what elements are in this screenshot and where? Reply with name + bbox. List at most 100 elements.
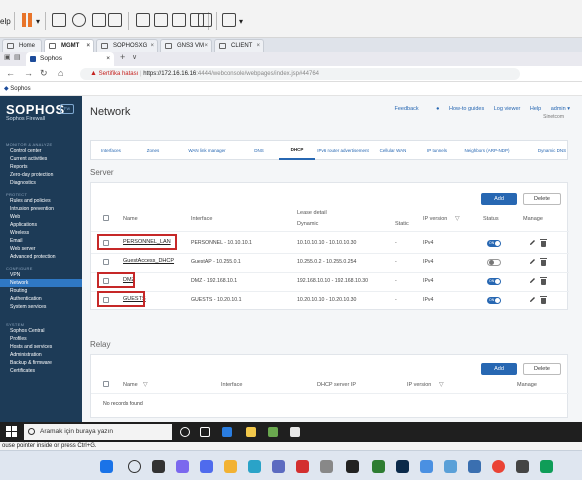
vmware-icon[interactable] [320,460,333,473]
close-icon[interactable]: × [256,40,260,52]
edit-icon[interactable] [529,277,535,284]
home-icon[interactable]: ⌂ [58,68,63,78]
sidebar-item-diagnostics[interactable]: Diagnostics [10,180,36,186]
terminal-icon[interactable] [346,460,359,473]
sidebar-item-network[interactable]: Network [0,279,82,287]
certificate-warning[interactable]: Sertifika hatası [99,71,139,77]
filter-icon[interactable]: ▽ [143,381,148,388]
status-toggle[interactable] [487,259,501,266]
snapshot-icon[interactable] [72,13,86,27]
tab-mgmt[interactable]: MGMT × [44,39,94,52]
widgets-icon[interactable] [200,460,213,473]
search-icon[interactable] [128,460,141,473]
tab-sophosxg[interactable]: SOPHOSXG × [96,39,158,52]
cortana-icon[interactable] [180,427,190,437]
sidebar-item-reports[interactable]: Reports [10,164,28,170]
close-icon[interactable]: × [106,52,110,66]
select-all-checkbox[interactable] [103,381,109,387]
sidebar-item-email[interactable]: Email [10,238,23,244]
back-icon[interactable]: ← [6,68,15,78]
tab-sophos[interactable]: Sophos × [26,52,114,66]
edge-icon[interactable] [222,427,232,437]
app-icon[interactable] [468,460,481,473]
sidebar-item-backup-firmware[interactable]: Backup & firmware [10,360,52,366]
pause-icon[interactable] [22,13,26,27]
windows-start-icon[interactable] [6,426,17,437]
dropdown-arrow-icon[interactable]: ▾ [239,17,243,26]
trash-icon[interactable] [540,239,547,247]
status-toggle[interactable]: ON [487,240,501,247]
tab-list-icon[interactable]: ▤ [14,53,21,61]
task-view-icon[interactable] [152,460,165,473]
sidebar-item-applications[interactable]: Applications [10,222,37,228]
app-icon[interactable] [540,460,553,473]
console-view-icon[interactable] [154,13,168,27]
tab-ipv6-router-advertisement[interactable]: IPv6 router advertisement [317,141,369,160]
sidebar-item-zero-day-protection[interactable]: Zero-day protection [10,172,53,178]
sidebar-item-current-activities[interactable]: Current activities [10,156,47,162]
tab-wan-link-manager[interactable]: WAN link manager [175,141,239,160]
sidebar-item-routing[interactable]: Routing [10,288,27,294]
manage-snapshots-icon[interactable] [108,13,122,27]
tab-dhcp[interactable]: DHCP [279,141,315,160]
tab-home[interactable]: Home [2,39,42,52]
taskbar-search-input[interactable]: Aramak için buraya yazın [24,424,172,440]
tab-cellular-wan[interactable]: Cellular WAN [371,141,415,160]
windows-start-icon[interactable] [100,460,113,473]
trash-icon[interactable] [540,258,547,266]
add-server-button[interactable]: Add [481,193,517,205]
revert-icon[interactable] [92,13,106,27]
tab-neighbors-arp-ndp-[interactable]: Neighbors (ARP-NDP) [459,141,515,160]
sophos-logo[interactable]: SOPHOS [6,102,65,117]
howto-link[interactable]: ● How-to guides [428,106,484,112]
chevron-down-icon[interactable]: ∨ [132,53,137,61]
file-explorer-icon[interactable] [224,460,237,473]
sidebar-item-vpn[interactable]: VPN [10,272,20,278]
admin-menu[interactable]: admin ▾ [551,106,570,112]
sidebar-item-authentication[interactable]: Authentication [10,296,42,302]
filter-icon[interactable]: ▽ [455,215,460,222]
close-icon[interactable]: × [150,40,154,52]
tab-gns3-vm[interactable]: GNS3 VM × [160,39,212,52]
chrome-icon[interactable] [492,460,505,473]
sidebar-item-administration[interactable]: Administration [10,352,42,358]
dhcp-server-name-link[interactable]: GuestAccess_DHCP [123,258,174,264]
app-icon[interactable] [372,460,385,473]
tab-actions-icon[interactable]: ▣ [4,53,11,61]
refresh-icon[interactable]: ↻ [40,68,48,79]
store-icon[interactable] [268,427,278,437]
tab-dns[interactable]: DNS [241,141,277,160]
sidebar-item-intrusion-prevention[interactable]: Intrusion prevention [10,206,54,212]
status-toggle[interactable]: ON [487,297,501,304]
sidebar-item-control-center[interactable]: Control center [10,148,41,154]
sidebar-item-wireless[interactable]: Wireless [10,230,29,236]
url-input[interactable]: ▲ Sertifika hatası | https://172.16.16.1… [80,68,520,80]
stretch-view-icon[interactable] [222,13,236,27]
tab-zones[interactable]: Zones [133,141,173,160]
edge-icon[interactable] [248,460,261,473]
send-keys-icon[interactable] [52,13,66,27]
forward-icon[interactable]: → [24,68,33,78]
opera-icon[interactable] [296,460,309,473]
sidebar-item-web-server[interactable]: Web server [10,246,35,252]
task-view-icon[interactable] [200,427,210,437]
trash-icon[interactable] [540,296,547,304]
sidebar-item-hosts-and-services[interactable]: Hosts and services [10,344,52,350]
mail-icon[interactable] [290,427,300,437]
tab-ip-tunnels[interactable]: IP tunnels [417,141,457,160]
app-icon[interactable] [516,460,529,473]
photoshop-icon[interactable] [396,460,409,473]
app-icon[interactable] [272,460,285,473]
help-menu-fragment[interactable]: elp [0,17,11,26]
tab-interfaces[interactable]: Interfaces [91,141,131,160]
log-viewer-link[interactable]: Log viewer [494,106,521,112]
close-icon[interactable]: × [204,40,208,52]
sidebar-item-system-services[interactable]: System services [10,304,46,310]
edit-icon[interactable] [529,239,535,246]
dropdown-arrow-icon[interactable]: ▾ [36,17,40,26]
trash-icon[interactable] [540,277,547,285]
sidebar-item-profiles[interactable]: Profiles [10,336,27,342]
row-checkbox[interactable] [103,259,109,265]
bookmark-sophos[interactable]: Sophos [10,86,30,92]
delete-server-button[interactable]: Delete [523,193,561,205]
